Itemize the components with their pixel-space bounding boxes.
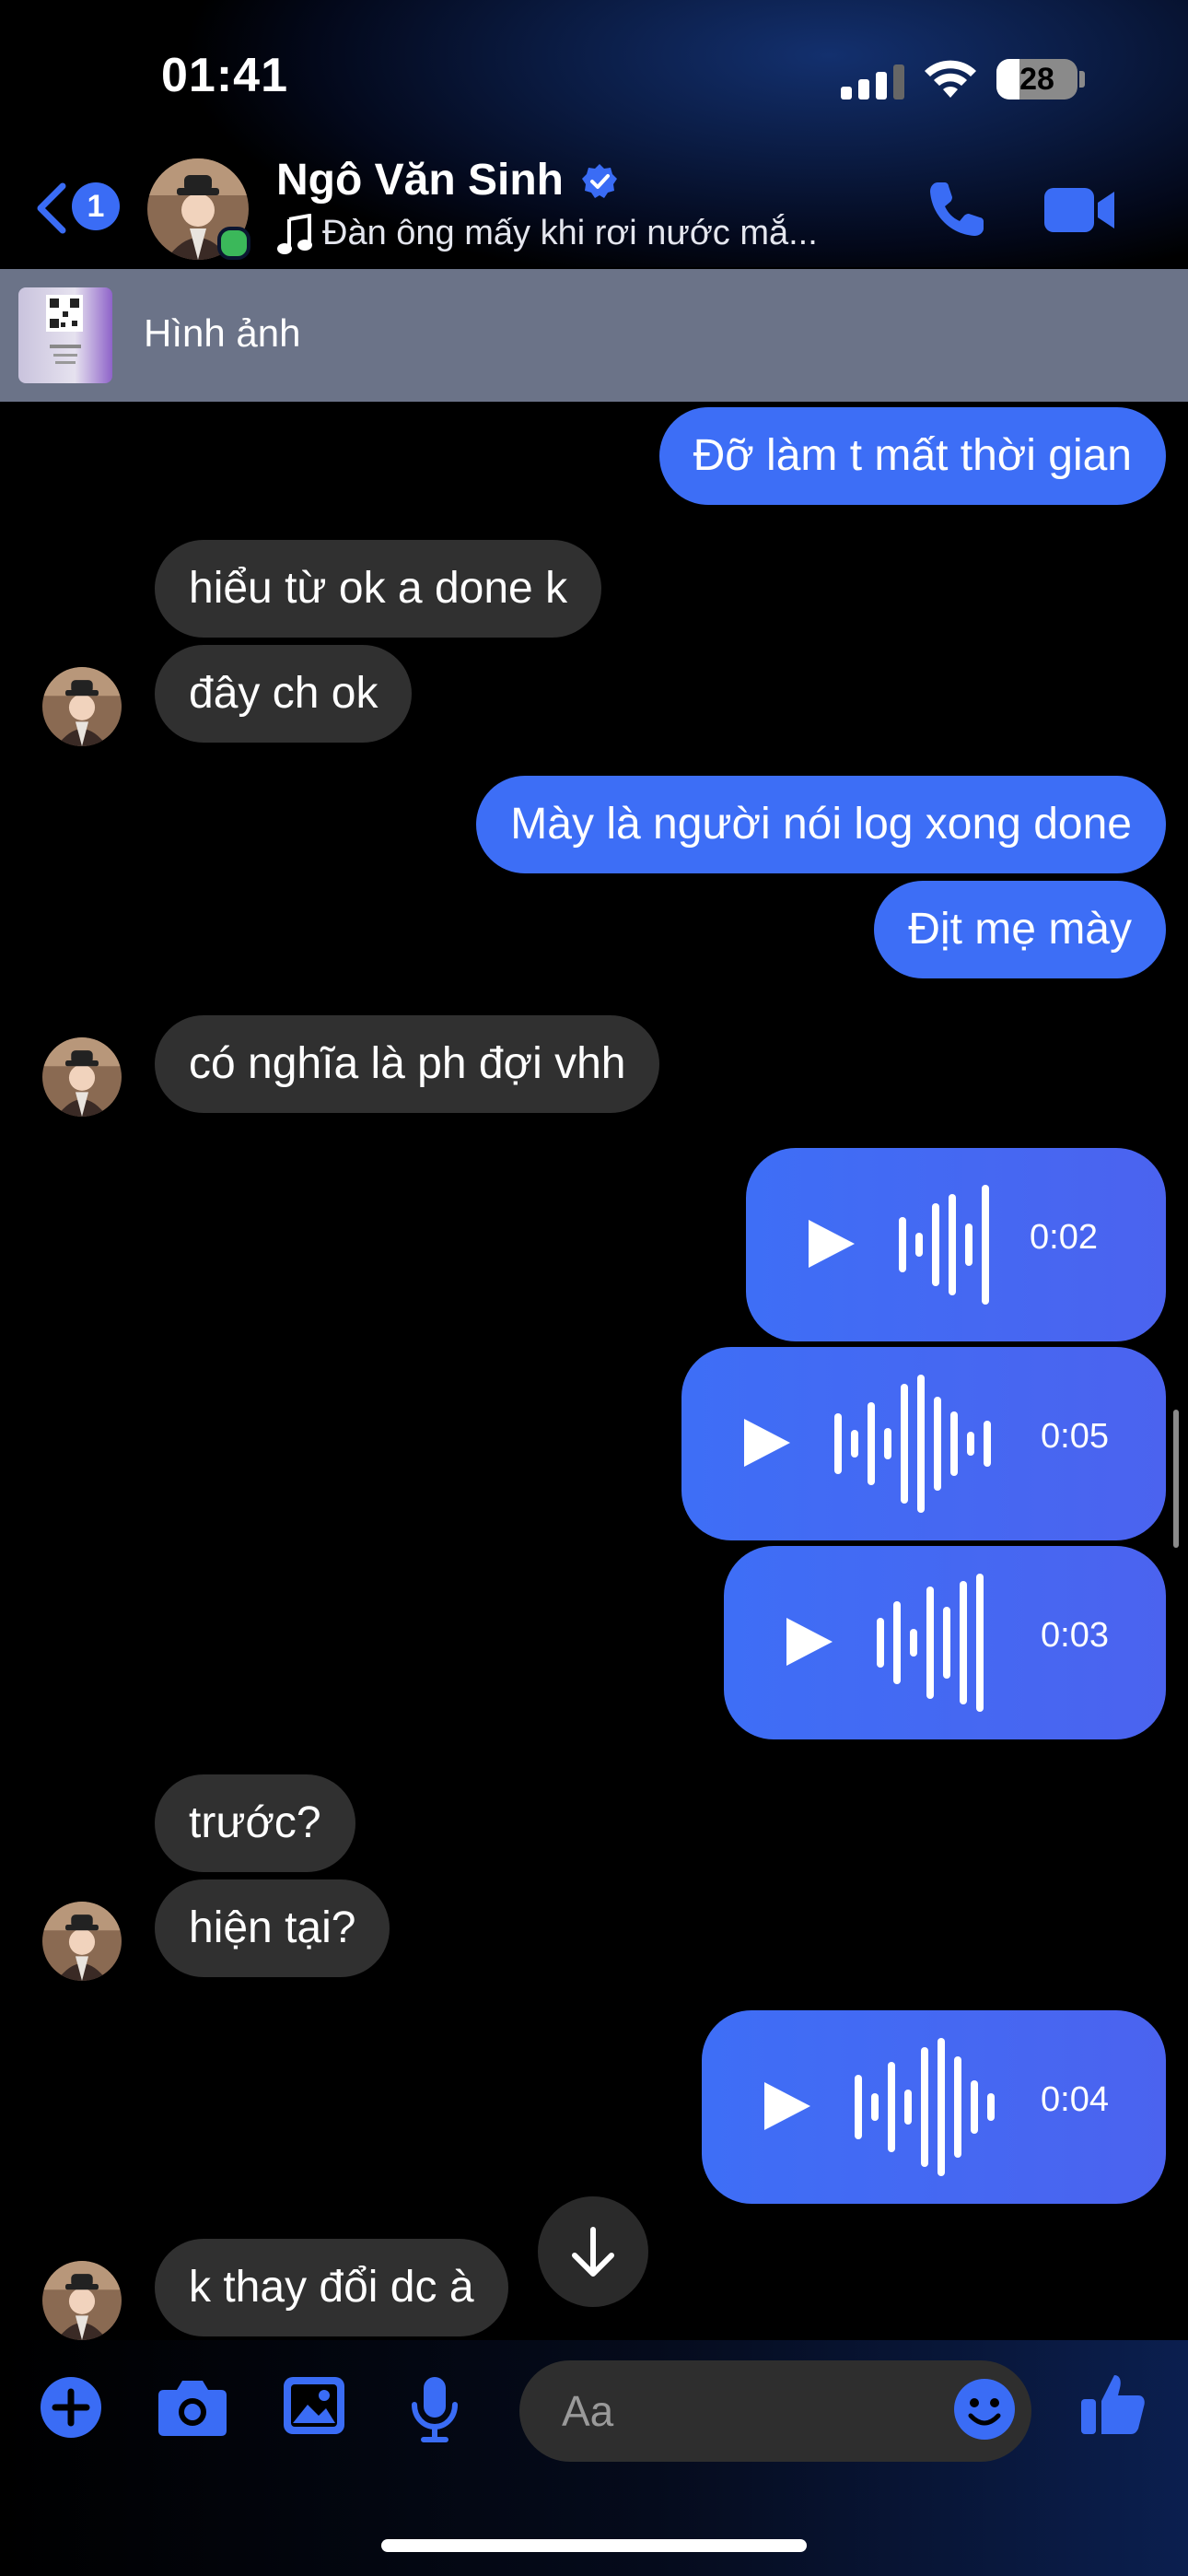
- arrow-down-icon: [572, 2227, 614, 2277]
- message-input-placeholder: Aa: [562, 2387, 614, 2435]
- message-bubble-incoming[interactable]: có nghĩa là ph đợi vhh: [155, 1015, 660, 1113]
- voice-duration: 0:02: [1030, 1218, 1098, 1257]
- message-bubble-incoming[interactable]: k thay đổi dc à: [155, 2239, 508, 2336]
- scroll-to-bottom-button[interactable]: [538, 2196, 648, 2307]
- message-bubble-outgoing[interactable]: Địt mẹ mày: [874, 881, 1166, 978]
- message-bubble-incoming[interactable]: hiện tại?: [155, 1879, 390, 1977]
- sender-avatar[interactable]: [42, 1902, 122, 1981]
- contact-subtitle: Đàn ông mấy khi rơi nước mắ...: [276, 214, 866, 256]
- play-icon[interactable]: [740, 1415, 794, 1470]
- play-icon[interactable]: [761, 2078, 814, 2134]
- play-icon[interactable]: [805, 1216, 858, 1271]
- pinned-image-thumbnail: [18, 287, 112, 383]
- status-time: 01:41: [161, 49, 288, 102]
- sender-avatar[interactable]: [42, 1037, 122, 1117]
- voice-message[interactable]: 0:03: [724, 1546, 1166, 1739]
- scrollbar[interactable]: [1173, 1410, 1179, 1548]
- waveform: [899, 1176, 1000, 1314]
- voice-duration: 0:03: [1041, 1616, 1109, 1655]
- video-camera-icon[interactable]: [1042, 184, 1116, 236]
- unread-count-badge[interactable]: 1: [72, 182, 120, 230]
- pinned-label: Hình ảnh: [144, 311, 301, 355]
- contact-name[interactable]: Ngô Văn Sinh: [276, 155, 564, 205]
- phone-icon[interactable]: [925, 177, 989, 241]
- waveform: [834, 1375, 1000, 1513]
- voice-duration: 0:04: [1041, 2080, 1109, 2119]
- message-bubble-incoming[interactable]: trước?: [155, 1774, 355, 1872]
- battery-tip: [1079, 71, 1085, 88]
- message-bubble-incoming[interactable]: hiểu từ ok a done k: [155, 540, 602, 638]
- microphone-icon[interactable]: [409, 2375, 460, 2443]
- sender-avatar[interactable]: [42, 2261, 122, 2340]
- image-icon[interactable]: [282, 2375, 346, 2436]
- home-indicator: [381, 2539, 807, 2552]
- voice-duration: 0:05: [1041, 1417, 1109, 1456]
- camera-icon[interactable]: [157, 2375, 228, 2440]
- status-bar: 01:41 28: [0, 0, 1188, 157]
- plus-icon[interactable]: [39, 2375, 103, 2440]
- music-note-icon: [277, 214, 312, 254]
- waveform: [855, 2038, 1002, 2176]
- now-playing-text: Đàn ông mấy khi rơi nước mắ...: [322, 214, 818, 253]
- waveform: [877, 1574, 996, 1712]
- thumbs-up-icon[interactable]: [1079, 2370, 1147, 2438]
- pinned-message-banner[interactable]: Hình ảnh: [0, 269, 1188, 402]
- voice-message[interactable]: 0:05: [681, 1347, 1166, 1540]
- online-status-dot: [217, 227, 250, 260]
- play-icon[interactable]: [783, 1614, 836, 1669]
- back-arrow-icon[interactable]: [33, 181, 70, 236]
- verified-badge-icon: [582, 164, 617, 198]
- sender-avatar[interactable]: [42, 667, 122, 746]
- wifi-icon: [925, 60, 976, 98]
- battery-indicator: 28: [996, 59, 1077, 100]
- emoji-icon[interactable]: [952, 2377, 1017, 2441]
- message-bubble-outgoing[interactable]: Đỡ làm t mất thời gian: [658, 407, 1166, 505]
- message-bubble-incoming[interactable]: đây ch ok: [155, 645, 413, 743]
- voice-message[interactable]: 0:04: [702, 2010, 1166, 2204]
- cellular-signal-icon: [841, 64, 905, 100]
- voice-message[interactable]: 0:02: [746, 1148, 1166, 1341]
- message-bubble-outgoing[interactable]: Mày là người nói log xong done: [476, 776, 1166, 873]
